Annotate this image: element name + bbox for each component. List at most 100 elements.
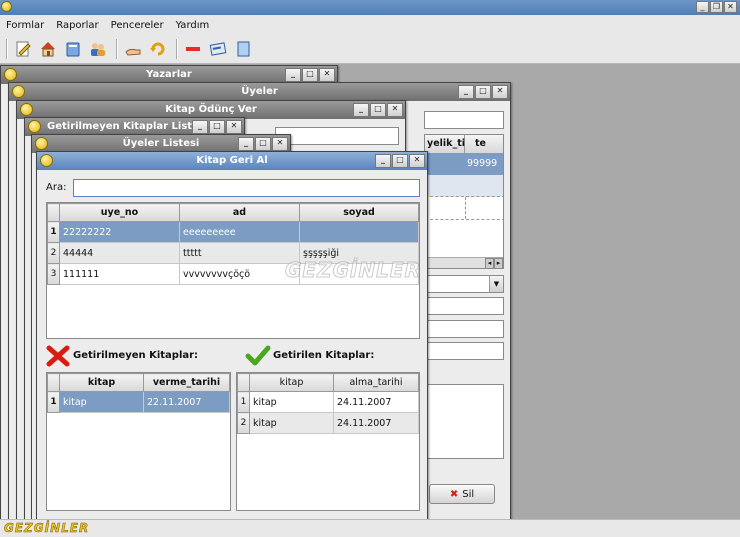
column-header-kitap[interactable]: kitap (249, 373, 334, 392)
uyeler-field-2[interactable] (424, 320, 504, 338)
toolbar-handle (6, 39, 8, 59)
scroll-right-icon[interactable]: ▸ (494, 258, 503, 268)
scroll-left-icon[interactable]: ◂ (485, 258, 494, 268)
app-icon (1, 1, 12, 12)
row-number[interactable]: 2 (237, 412, 250, 434)
minus-icon[interactable] (182, 38, 204, 60)
edit-icon[interactable] (12, 38, 34, 60)
window-icon (35, 137, 48, 150)
minimize-button[interactable]: _ (353, 103, 369, 117)
delete-icon: ✖ (449, 488, 459, 500)
home-icon[interactable] (37, 38, 59, 60)
menu-bar: Formlar Raporlar Pencereler Yardım (0, 15, 740, 35)
close-button[interactable]: ✕ (387, 103, 403, 117)
window-icon (40, 154, 53, 167)
odunc-search-input[interactable] (275, 127, 399, 145)
not-returned-grid[interactable]: kitap verme_tarihi 1 kitap 22.11.2007 (46, 372, 231, 511)
card-icon[interactable] (207, 38, 229, 60)
minimize-button[interactable]: _ (238, 137, 254, 151)
menu-formlar[interactable]: Formlar (6, 20, 44, 31)
close-button[interactable]: ✕ (409, 154, 425, 168)
maximize-button[interactable]: □ (209, 120, 225, 134)
table-cell[interactable]: kitap (249, 391, 334, 413)
uyeler-dropdown[interactable]: ▼ (424, 275, 504, 293)
row-header-corner (47, 373, 60, 392)
table-row[interactable]: 2 kitap 24.11.2007 (237, 412, 419, 434)
window-title: Üyeler (241, 86, 278, 97)
minimize-button[interactable]: _ (458, 85, 474, 99)
search-input[interactable] (73, 179, 420, 197)
uyeler-field-1[interactable] (424, 297, 504, 315)
row-number[interactable]: 1 (47, 221, 60, 243)
close-button[interactable]: ✕ (226, 120, 242, 134)
column-header-kitap[interactable]: kitap (59, 373, 144, 392)
minimize-button[interactable]: _ (285, 68, 301, 82)
sil-button[interactable]: ✖ Sil (429, 484, 495, 504)
table-cell[interactable]: kitap (249, 412, 334, 434)
row-header-corner (237, 373, 250, 392)
table-row[interactable]: 1 22222222 eeeeeeeee (47, 221, 419, 243)
table-cell[interactable]: 24.11.2007 (333, 391, 419, 413)
window-title: Yazarlar (146, 69, 192, 80)
row-number[interactable]: 1 (237, 391, 250, 413)
close-button[interactable]: ✕ (272, 137, 288, 151)
table-cell[interactable]: 22222222 (59, 221, 180, 243)
maximize-button[interactable]: □ (475, 85, 491, 99)
titlebar-uyeler[interactable]: Üyeler _ □ ✕ (9, 83, 510, 101)
column-header[interactable]: te (465, 135, 503, 153)
returned-grid[interactable]: kitap alma_tarihi 1 kitap 24.11.2007 2 k… (236, 372, 420, 511)
uyeler-textarea[interactable] (424, 384, 504, 459)
menu-raporlar[interactable]: Raporlar (56, 20, 98, 31)
book-icon[interactable] (62, 38, 84, 60)
document-icon[interactable] (232, 38, 254, 60)
return-icon[interactable] (147, 38, 169, 60)
minimize-button[interactable]: _ (375, 154, 391, 168)
row-number[interactable]: 3 (47, 263, 60, 285)
sil-label: Sil (462, 488, 475, 500)
toolbar (0, 35, 740, 64)
users-icon[interactable] (87, 38, 109, 60)
column-header[interactable]: yelik_tipi (425, 135, 475, 153)
table-cell[interactable]: 44444 (59, 242, 180, 264)
table-cell[interactable]: 99999 (425, 153, 503, 175)
maximize-button[interactable]: □ (255, 137, 271, 151)
table-cell[interactable]: 24.11.2007 (333, 412, 419, 434)
table-cell[interactable]: kitap (59, 391, 144, 413)
table-cell[interactable]: vvvvvvvvçöçö (179, 263, 300, 285)
search-label: Ara: (46, 182, 67, 193)
row-number[interactable]: 2 (47, 242, 60, 264)
close-button[interactable]: ✕ (492, 85, 508, 99)
uyeler-search-input[interactable] (424, 111, 504, 129)
column-header-soyad[interactable]: soyad (299, 203, 419, 222)
minimize-button[interactable]: _ (696, 1, 709, 13)
horizontal-scrollbar[interactable]: ◂ ▸ (425, 257, 503, 268)
maximize-button[interactable]: □ (302, 68, 318, 82)
row-number[interactable]: 1 (47, 391, 60, 413)
hand-icon[interactable] (122, 38, 144, 60)
uyeler-grid[interactable]: yelik_tipi te 99999 ◂ ▸ (424, 134, 504, 269)
close-button[interactable]: ✕ (319, 68, 335, 82)
minimize-button[interactable]: _ (192, 120, 208, 134)
table-cell[interactable]: 22.11.2007 (143, 391, 230, 413)
table-cell[interactable]: eeeeeeeee (179, 221, 300, 243)
table-row[interactable]: 1 kitap 22.11.2007 (47, 391, 230, 413)
table-row[interactable]: 1 kitap 24.11.2007 (237, 391, 419, 413)
restore-button[interactable]: ❐ (710, 1, 723, 13)
menu-yardim[interactable]: Yardım (176, 20, 210, 31)
close-button[interactable]: ✕ (724, 1, 737, 13)
returned-heading: Getirilen Kitaplar: (273, 350, 375, 361)
maximize-button[interactable]: □ (370, 103, 386, 117)
maximize-button[interactable]: □ (392, 154, 408, 168)
column-header-uye-no[interactable]: uye_no (59, 203, 180, 222)
table-cell[interactable]: ttttt (179, 242, 300, 264)
menu-pencereler[interactable]: Pencereler (111, 20, 164, 31)
column-header-alma-tarihi[interactable]: alma_tarihi (333, 373, 419, 392)
column-header-verme-tarihi[interactable]: verme_tarihi (143, 373, 230, 392)
table-cell[interactable] (299, 221, 419, 243)
table-cell[interactable]: 111111 (59, 263, 180, 285)
titlebar-kitap-geri-al[interactable]: Kitap Geri Al _ □ ✕ (37, 152, 427, 170)
uyeler-field-3[interactable] (424, 342, 504, 360)
column-header-ad[interactable]: ad (179, 203, 300, 222)
table-row[interactable] (425, 175, 503, 197)
window-title: Üyeler Listesi (122, 138, 200, 149)
